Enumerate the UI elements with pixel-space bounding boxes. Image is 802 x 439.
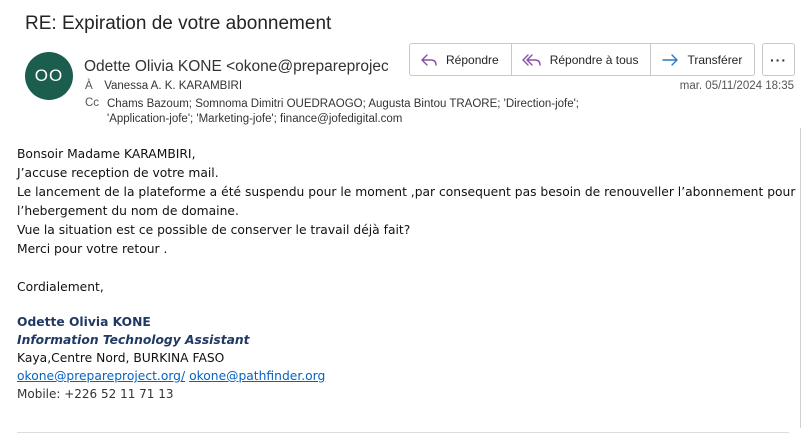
message-actions: Répondre Répondre à tous Transférer	[409, 43, 756, 76]
forward-icon	[662, 53, 679, 66]
body-line-2: Le lancement de la plateforme a été susp…	[17, 185, 796, 218]
message-body: Bonsoir Madame KARAMBIRI, J’accuse recep…	[17, 145, 797, 403]
reply-all-button[interactable]: Répondre à tous	[510, 44, 651, 75]
signature-title: Information Technology Assistant	[17, 333, 250, 347]
to-row: À Vanessa A. K. KARAMBIRI	[85, 80, 242, 92]
forward-button[interactable]: Transférer	[650, 44, 754, 75]
reply-button[interactable]: Répondre	[410, 44, 511, 75]
cc-recipients[interactable]: Chams Bazoum; Somnoma Dimitri OUEDRAOGO;…	[107, 97, 607, 127]
greeting: Bonsoir Madame KARAMBIRI,	[17, 147, 196, 161]
signature-email-link-1[interactable]: okone@prepareproject.org/	[17, 369, 185, 383]
body-line-3: Vue la situation est ce possible de cons…	[17, 223, 411, 237]
cc-label: Cc	[85, 97, 100, 109]
closing: Cordialement,	[17, 280, 104, 294]
body-line-4: Merci pour votre retour .	[17, 242, 168, 256]
more-actions-button[interactable]: ···	[762, 43, 795, 76]
signature-name: Odette Olivia KONE	[17, 315, 151, 329]
sender-name[interactable]: Odette Olivia KONE <okone@prepareproject…	[84, 58, 388, 76]
signature-email-link-2[interactable]: okone@pathfinder.org	[189, 369, 325, 383]
sender-avatar[interactable]: OO	[25, 52, 73, 100]
cc-row: Cc Chams Bazoum; Somnoma Dimitri OUEDRAO…	[85, 97, 579, 125]
email-subject: RE: Expiration de votre abonnement	[25, 13, 332, 34]
signature: Odette Olivia KONE Information Technolog…	[17, 313, 797, 403]
to-label: À	[85, 80, 93, 92]
reply-all-label: Répondre à tous	[549, 52, 639, 67]
body-line-1: J’accuse reception de votre mail.	[17, 166, 219, 180]
divider	[17, 432, 789, 433]
reply-icon	[421, 53, 437, 66]
signature-mobile: Mobile: +226 52 11 71 13	[17, 387, 174, 401]
reply-label: Répondre	[446, 52, 499, 67]
to-recipient[interactable]: Vanessa A. K. KARAMBIRI	[104, 80, 242, 92]
signature-location: Kaya,Centre Nord, BURKINA FASO	[17, 351, 225, 365]
received-date: mar. 05/11/2024 18:35	[679, 80, 794, 92]
signature-emails: okone@prepareproject.org/ okone@pathfind…	[17, 367, 797, 385]
forward-label: Transférer	[687, 52, 743, 67]
reply-all-icon	[522, 53, 541, 66]
scrollbar[interactable]	[800, 128, 801, 428]
